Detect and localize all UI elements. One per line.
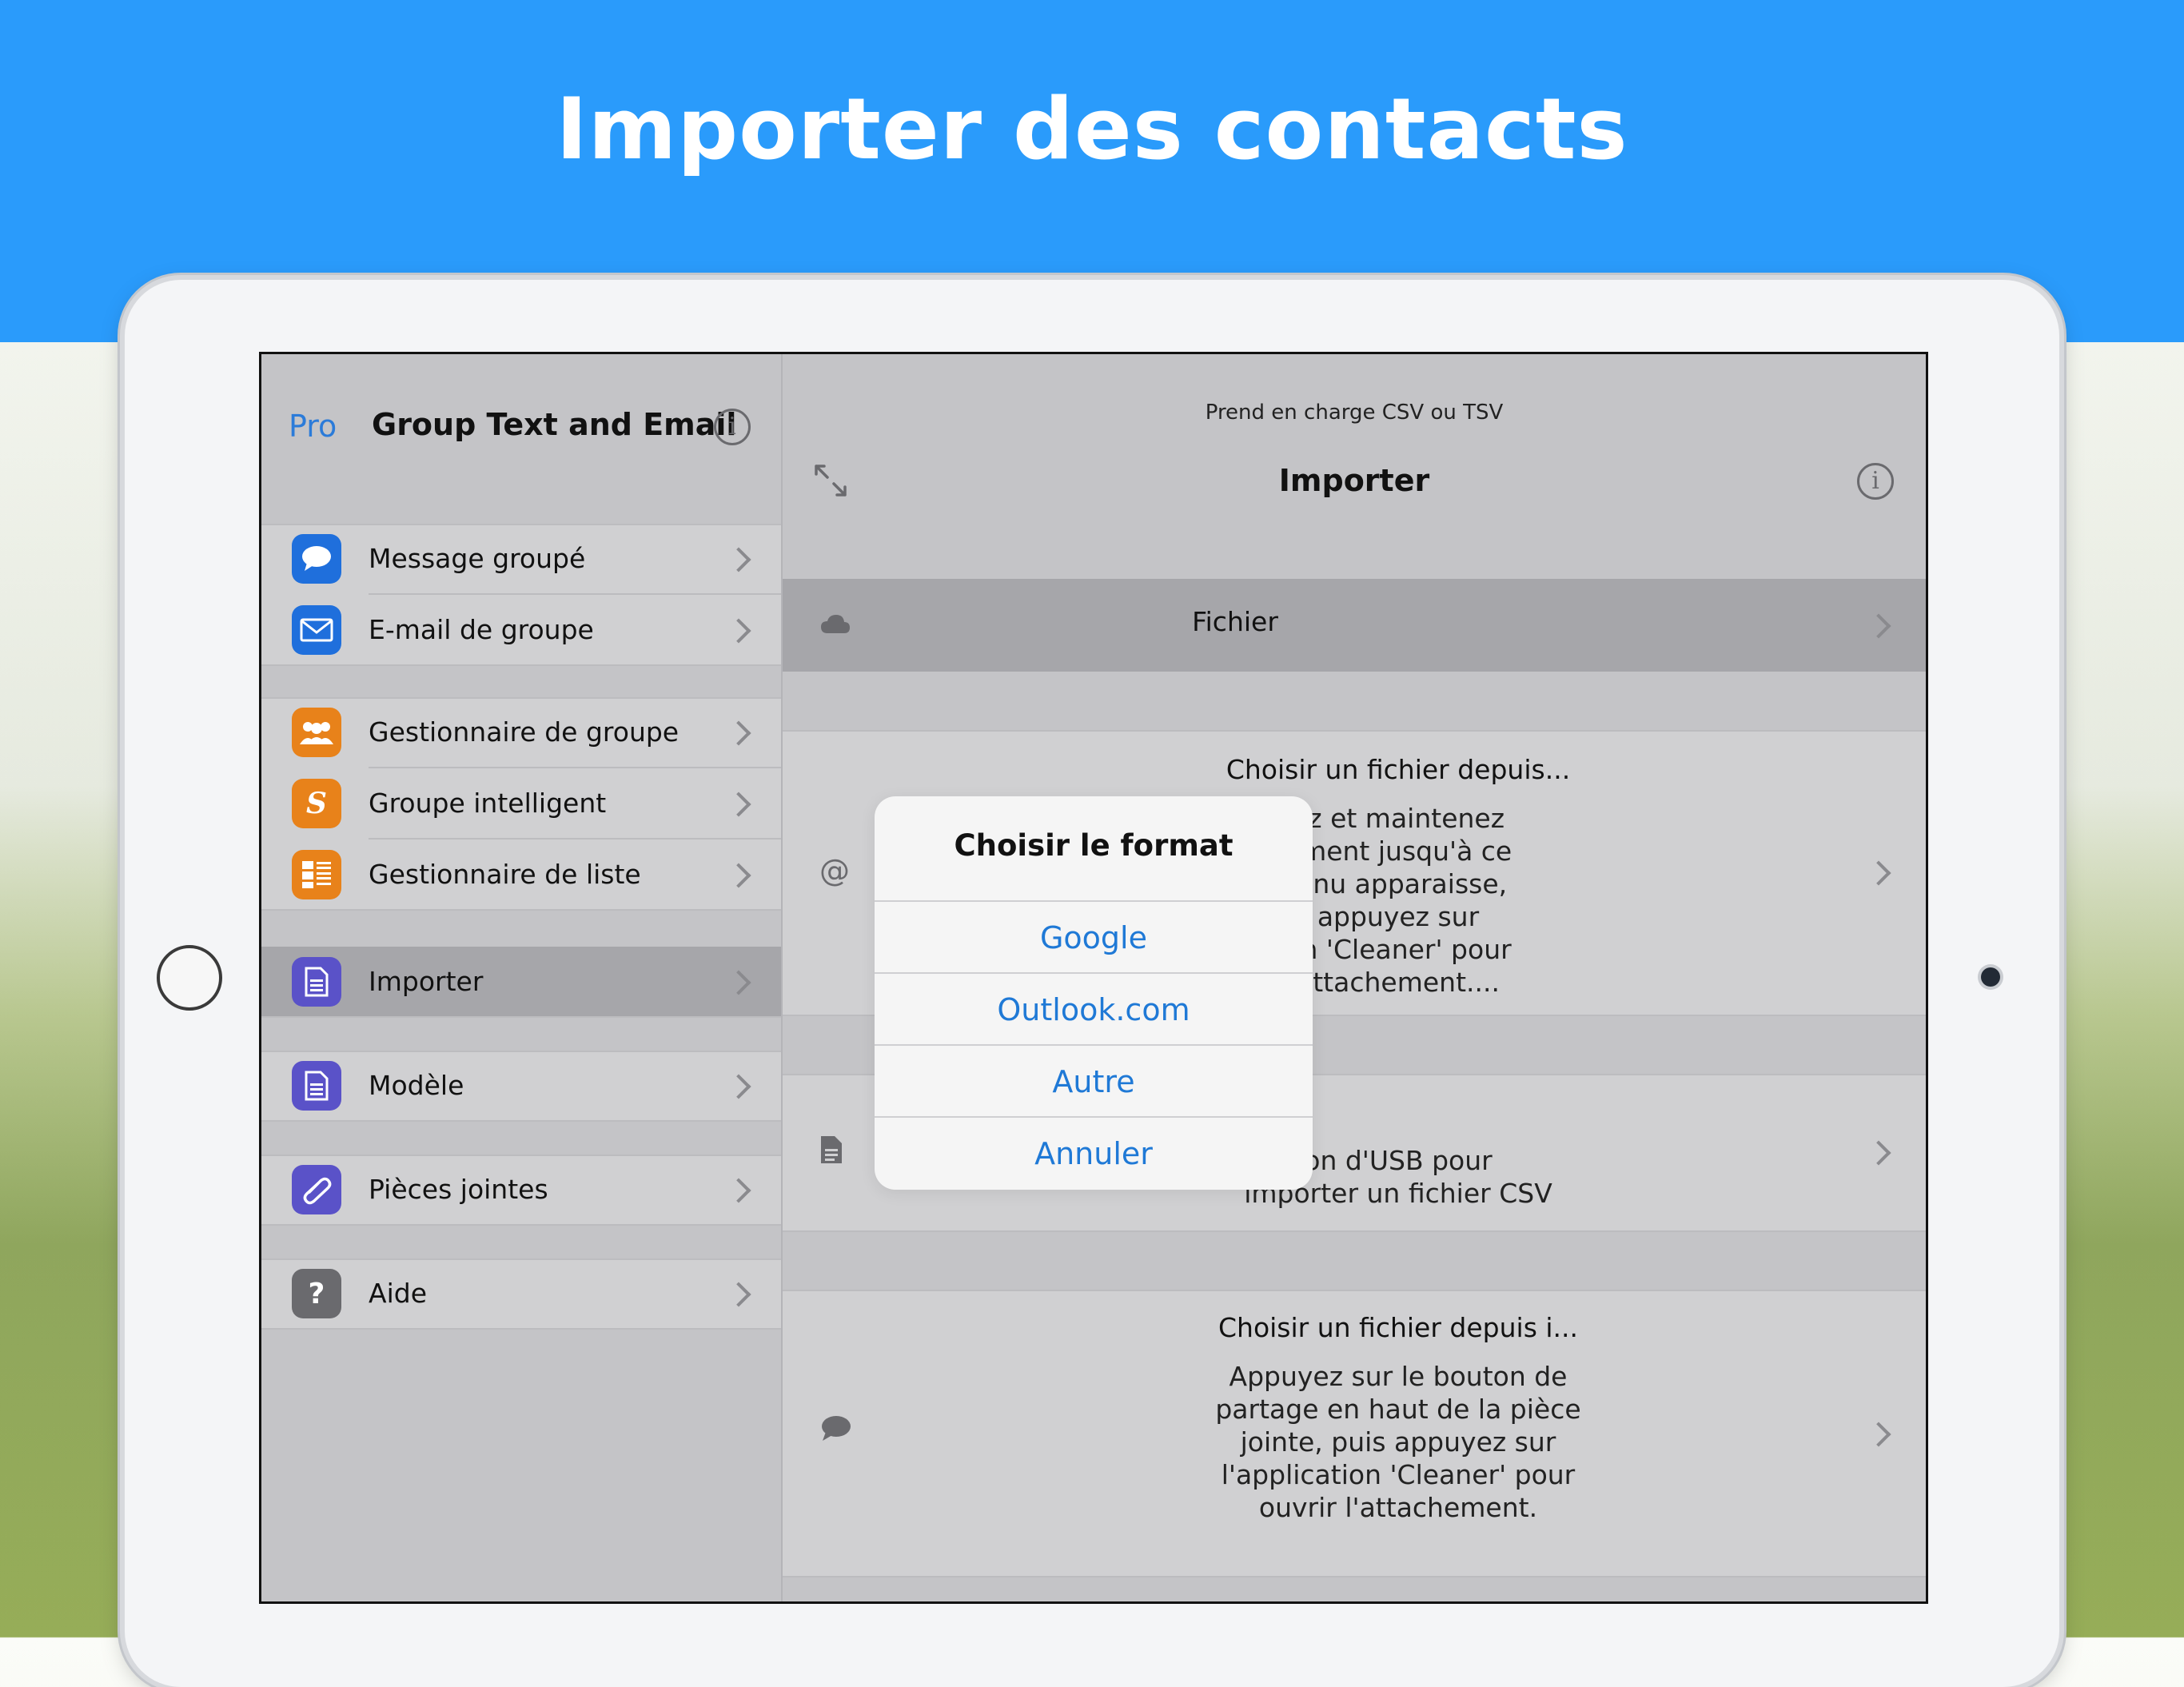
sidebar-info-icon[interactable]: i <box>714 409 751 445</box>
chevron-right-icon <box>726 1178 751 1203</box>
messages-source-instructions: Appuyez sur le bouton de partage en haut… <box>1215 1361 1581 1523</box>
import-document-icon <box>292 957 341 1007</box>
pro-link[interactable]: Pro <box>289 409 337 444</box>
sidebar-item-label: Gestionnaire de groupe <box>369 716 680 748</box>
chevron-right-icon <box>726 792 751 817</box>
other-button[interactable]: Autre <box>875 1044 1313 1118</box>
chevron-right-icon <box>726 618 751 644</box>
sidebar-item-gestionnaire-de-groupe[interactable]: Gestionnaire de groupe <box>261 697 781 768</box>
file-row[interactable]: Fichier <box>783 579 1926 672</box>
sidebar-group-import: Importer <box>261 947 781 1018</box>
sidebar-group-help: ? Aide <box>261 1258 781 1330</box>
main-subtitle: Prend en charge CSV ou TSV <box>1205 401 1504 425</box>
smart-s-icon: S <box>292 779 341 828</box>
speech-bubble-icon <box>822 1416 851 1441</box>
envelope-icon <box>292 605 341 655</box>
template-document-icon <box>292 1061 341 1111</box>
expand-icon[interactable] <box>813 463 848 498</box>
sidebar-item-label: Pièces jointes <box>369 1174 548 1205</box>
sidebar-item-email-groupe[interactable]: E-mail de groupe <box>261 595 781 666</box>
sidebar-item-label: E-mail de groupe <box>369 614 594 645</box>
cancel-button[interactable]: Annuler <box>875 1116 1313 1190</box>
sidebar: Pro Group Text and Email i Message group… <box>261 354 783 1601</box>
chevron-right-icon <box>1866 1422 1891 1447</box>
chevron-right-icon <box>726 970 751 995</box>
question-icon: ? <box>292 1269 341 1318</box>
sidebar-item-label: Importer <box>369 966 484 997</box>
sidebar-item-label: Aide <box>369 1278 427 1309</box>
chevron-right-icon <box>726 720 751 746</box>
document-icon <box>821 1136 842 1163</box>
chevron-right-icon <box>726 1074 751 1099</box>
main-title: Importer <box>1278 463 1430 498</box>
chevron-right-icon <box>726 547 751 572</box>
chevron-right-icon <box>726 863 751 888</box>
at-sign-icon: @ <box>819 853 850 888</box>
sidebar-item-pieces-jointes[interactable]: Pièces jointes <box>261 1155 781 1226</box>
email-source-heading: Choisir un fichier depuis... <box>1226 754 1571 785</box>
sidebar-item-label: Groupe intelligent <box>369 788 607 819</box>
sidebar-group-attachments: Pièces jointes <box>261 1155 781 1226</box>
message-bubble-icon <box>292 534 341 584</box>
sidebar-item-label: Message groupé <box>369 543 586 574</box>
sidebar-item-label: Gestionnaire de liste <box>369 859 641 890</box>
paperclip-icon <box>292 1165 341 1214</box>
sidebar-item-groupe-intelligent[interactable]: S Groupe intelligent <box>261 768 781 840</box>
sidebar-group-template: Modèle <box>261 1051 781 1122</box>
messages-source-row[interactable]: Choisir un fichier depuis i... Appuyez s… <box>783 1290 1926 1577</box>
sidebar-group-management: Gestionnaire de groupe S Groupe intellig… <box>261 697 781 911</box>
banner-title: Importer des contacts <box>556 80 1628 178</box>
sidebar-group-messaging: Message groupé E-mail de groupe <box>261 524 781 666</box>
people-icon <box>292 708 341 757</box>
chevron-right-icon <box>1866 860 1891 886</box>
google-button[interactable]: Google <box>875 900 1313 974</box>
sidebar-item-importer[interactable]: Importer <box>261 947 781 1018</box>
sidebar-item-gestionnaire-de-liste[interactable]: Gestionnaire de liste <box>261 840 781 911</box>
chevron-right-icon <box>1866 1140 1891 1166</box>
home-button[interactable] <box>157 945 222 1011</box>
messages-source-heading: Choisir un fichier depuis i... <box>1218 1312 1579 1343</box>
chevron-right-icon <box>1866 613 1891 639</box>
dialog-title: Choisir le format <box>954 828 1233 863</box>
list-icon <box>292 850 341 899</box>
sidebar-item-message-groupe[interactable]: Message groupé <box>261 524 781 595</box>
format-dialog: Choisir le format Google Outlook.com Aut… <box>875 796 1313 1190</box>
camera-icon <box>1981 967 2000 987</box>
chevron-right-icon <box>726 1282 751 1307</box>
app-title: Group Text and Email <box>372 407 737 442</box>
file-row-label: Fichier <box>1192 606 1278 637</box>
main-info-icon[interactable]: i <box>1857 463 1894 500</box>
sidebar-item-aide[interactable]: ? Aide <box>261 1258 781 1330</box>
outlook-button[interactable]: Outlook.com <box>875 972 1313 1046</box>
sidebar-item-label: Modèle <box>369 1070 464 1101</box>
sidebar-item-modele[interactable]: Modèle <box>261 1051 781 1122</box>
